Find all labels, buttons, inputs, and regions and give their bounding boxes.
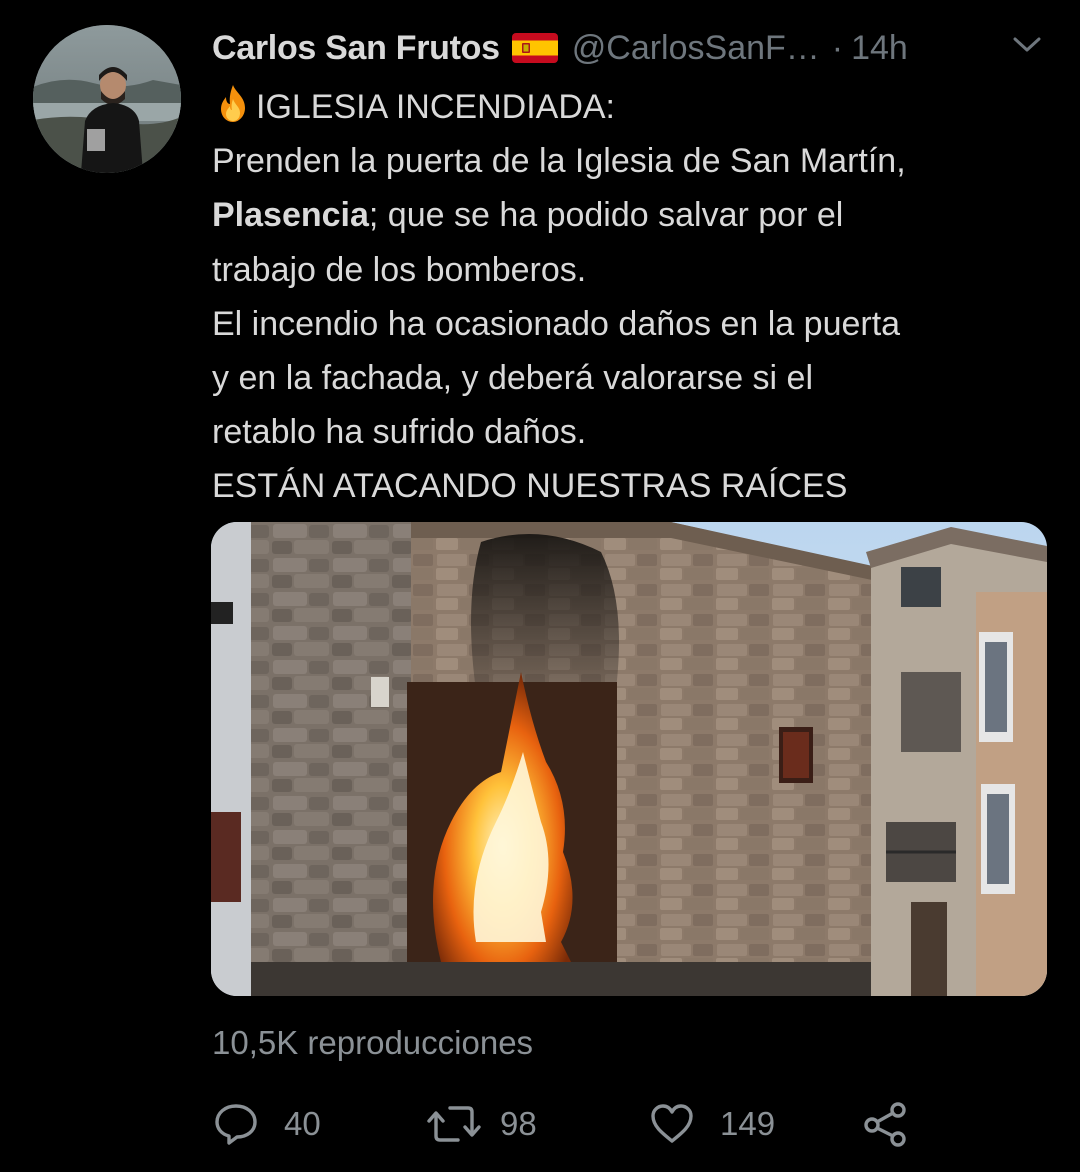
- more-options-chevron-icon[interactable]: [1010, 30, 1044, 60]
- handle[interactable]: @CarlosSanF…: [572, 29, 820, 68]
- text-line-7: retablo ha sufrido daños.: [212, 413, 587, 452]
- separator-dot: ·: [831, 28, 844, 67]
- retweet-button[interactable]: 98: [426, 1096, 537, 1152]
- share-button[interactable]: [862, 1096, 910, 1152]
- headline: IGLESIA INCENDIADA:: [256, 88, 615, 126]
- text-line-3-rest: ; que se ha podido salvar por el: [368, 196, 844, 235]
- video-media[interactable]: [211, 522, 1047, 996]
- text-line-2: Prenden la puerta de la Iglesia de San M…: [212, 142, 906, 181]
- view-count: 10,5K reproducciones: [212, 1024, 534, 1061]
- avatar[interactable]: [33, 25, 181, 173]
- reply-count: 40: [284, 1105, 321, 1142]
- text-line-6: y en la fachada, y deberá valorarse si e…: [212, 359, 814, 398]
- share-icon: [864, 1102, 906, 1147]
- timestamp[interactable]: 14h: [851, 29, 908, 68]
- heart-icon: [651, 1104, 693, 1143]
- retweet-icon: [427, 1106, 481, 1142]
- text-line-4: trabajo de los bomberos.: [212, 250, 587, 289]
- like-button[interactable]: 149: [648, 1096, 775, 1152]
- text-line-5: El incendio ha ocasionado daños en la pu…: [212, 304, 901, 343]
- location-bold: Plasencia: [212, 196, 369, 235]
- fire-emoji-icon: [212, 83, 254, 125]
- spain-flag-icon: [511, 33, 558, 63]
- text-line-3: Plasencia; que se ha podido salvar por e…: [212, 188, 1052, 242]
- action-bar: 40 98 149: [212, 1096, 952, 1152]
- like-count: 149: [720, 1105, 776, 1142]
- reply-button[interactable]: 40: [212, 1096, 321, 1152]
- text-line-8: ESTÁN ATACANDO NUESTRAS RAÍCES: [212, 467, 848, 506]
- tweet-text: IGLESIA INCENDIADA: Prenden la puerta de…: [212, 80, 1052, 514]
- reply-icon: [215, 1104, 257, 1145]
- display-name[interactable]: Carlos San Frutos: [212, 29, 500, 68]
- text-line-1: IGLESIA INCENDIADA:: [212, 80, 1052, 134]
- tweet-header: Carlos San Frutos @CarlosSanF… · 14h: [212, 26, 908, 70]
- retweet-count: 98: [500, 1105, 537, 1142]
- tweet[interactable]: Carlos San Frutos @CarlosSanF… · 14h IGL…: [0, 0, 1080, 1172]
